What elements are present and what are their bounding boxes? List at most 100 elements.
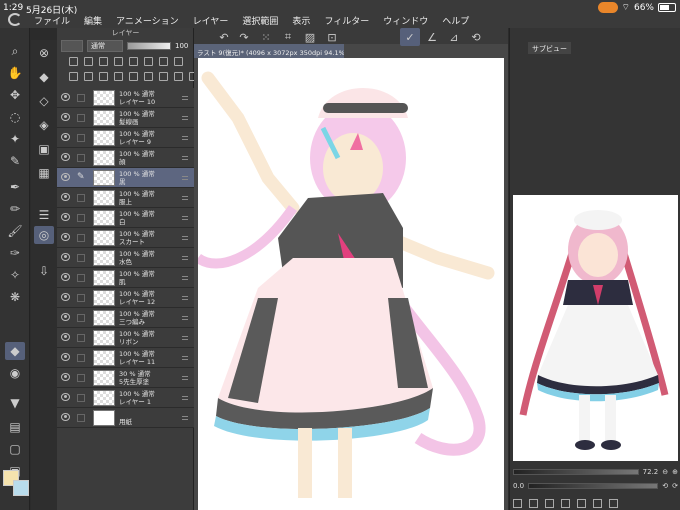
lock-icon[interactable] [114, 57, 123, 66]
mask-icon[interactable] [144, 57, 153, 66]
rotate-left-icon[interactable]: ⟲ [662, 482, 668, 490]
zoom-in-icon[interactable]: ⊕ [672, 468, 678, 476]
visibility-eye-icon[interactable] [61, 213, 70, 221]
layers-icon[interactable]: ☰ [34, 206, 54, 224]
transfer-down-icon[interactable] [114, 72, 123, 81]
layer-lock-toggle[interactable] [77, 134, 85, 142]
airbrush-tool-icon[interactable]: ✑ [5, 244, 25, 262]
layer-mode-toggle[interactable] [61, 39, 83, 52]
ruler-icon[interactable] [159, 57, 168, 66]
export-icon[interactable]: ⇩ [34, 262, 54, 280]
layer-lock-toggle[interactable] [77, 154, 85, 162]
bucket-tool-icon[interactable]: ▼ [5, 394, 25, 412]
delete-icon[interactable] [609, 498, 618, 508]
snap-grid-icon[interactable]: ⊿ [444, 28, 464, 46]
layer-row[interactable]: 100 % 通常 スカート [57, 228, 194, 248]
visibility-eye-icon[interactable] [61, 133, 70, 141]
new-vector-icon[interactable] [84, 72, 93, 81]
layer-row[interactable]: 100 % 通常 服上 [57, 188, 194, 208]
layer-row[interactable]: 30 % 通常 5先生厚塗 [57, 368, 194, 388]
opacity-slider[interactable] [127, 41, 171, 50]
pencil-tool-icon[interactable]: ✏ [5, 200, 25, 218]
layer-row[interactable]: 用紙 [57, 408, 194, 428]
layer-lock-toggle[interactable] [77, 214, 85, 222]
fill-icon[interactable]: ◆ [34, 68, 54, 86]
paste-icon[interactable]: ▦ [34, 164, 54, 182]
drag-handle-icon[interactable] [182, 316, 188, 320]
eyedropper-icon[interactable]: ✎ [5, 152, 25, 170]
merge-icon[interactable] [129, 72, 138, 81]
visibility-eye-icon[interactable] [61, 313, 70, 321]
menu-file[interactable]: ファイル [34, 14, 70, 27]
copy-layer-icon[interactable] [174, 72, 183, 81]
layer-lock-toggle[interactable] [77, 94, 85, 102]
visibility-eye-icon[interactable] [61, 413, 70, 421]
visibility-eye-icon[interactable] [61, 253, 70, 261]
drag-handle-icon[interactable] [182, 156, 188, 160]
layer-lock-toggle[interactable] [77, 234, 85, 242]
layer-row[interactable]: 100 % 通常 レイヤー 9 [57, 128, 194, 148]
menu-window[interactable]: ウィンドウ [383, 14, 428, 27]
drag-handle-icon[interactable] [182, 296, 188, 300]
layer-lock-toggle[interactable] [77, 374, 85, 382]
layer-row[interactable]: 100 % 通常 三つ編み [57, 308, 194, 328]
gradient-tool-icon[interactable]: ▤ [5, 418, 25, 436]
layer-row[interactable]: 100 % 通常 レイヤー 12 [57, 288, 194, 308]
clear-icon[interactable]: ◈ [34, 116, 54, 134]
sub-color-swatch[interactable] [13, 480, 29, 496]
app-logo-icon[interactable] [8, 13, 22, 26]
layer-row[interactable]: 100 % 通常 リボン [57, 328, 194, 348]
visibility-eye-icon[interactable] [61, 373, 70, 381]
subview-image[interactable] [513, 195, 678, 461]
layer-row[interactable]: 100 % 通常 レイヤー 11 [57, 348, 194, 368]
drag-handle-icon[interactable] [182, 276, 188, 280]
visibility-eye-icon[interactable] [61, 333, 70, 341]
visibility-eye-icon[interactable] [61, 93, 70, 101]
layer-lock-toggle[interactable] [77, 294, 85, 302]
fill-tool-icon[interactable]: ◉ [5, 364, 25, 382]
close-icon[interactable]: ⊗ [34, 44, 54, 62]
layers-active-icon[interactable]: ◎ [34, 226, 54, 244]
layer-row[interactable]: 100 % 通常 髪線画 [57, 108, 194, 128]
decoration-tool-icon[interactable]: ✧ [5, 266, 25, 284]
clip-icon[interactable] [69, 57, 78, 66]
drag-handle-icon[interactable] [182, 416, 188, 420]
drag-handle-icon[interactable] [182, 236, 188, 240]
drag-handle-icon[interactable] [182, 136, 188, 140]
copy-icon[interactable]: ▣ [34, 140, 54, 158]
lasso-tool-icon[interactable]: ◌ [5, 108, 25, 126]
figure-tool-icon[interactable]: ▢ [5, 440, 25, 458]
magic-wand-icon[interactable]: ✦ [5, 130, 25, 148]
layer-row[interactable]: ✎ 100 % 通常黒 [57, 168, 194, 188]
visibility-eye-icon[interactable] [61, 353, 70, 361]
visibility-eye-icon[interactable] [61, 273, 70, 281]
move-tool-icon[interactable]: ✥ [5, 86, 25, 104]
pen-tool-icon[interactable]: ✒ [5, 178, 25, 196]
visibility-eye-icon[interactable] [61, 173, 70, 181]
layer-lock-toggle[interactable] [77, 414, 85, 422]
visibility-eye-icon[interactable] [61, 193, 70, 201]
eraser-tool-icon[interactable]: ◆ [5, 342, 25, 360]
drag-handle-icon[interactable] [182, 196, 188, 200]
image-icon[interactable] [577, 498, 586, 508]
brush-tool-icon[interactable]: 🖌 [5, 222, 25, 240]
canvas-page[interactable] [198, 58, 504, 510]
menu-selection[interactable]: 選択範囲 [242, 14, 278, 27]
menu-filter[interactable]: フィルター [324, 14, 369, 27]
color-icon[interactable] [174, 57, 183, 66]
visibility-eye-icon[interactable] [61, 113, 70, 121]
menu-help[interactable]: ヘルプ [442, 14, 469, 27]
apply-mask-icon[interactable] [159, 72, 168, 81]
rotate-right-icon[interactable]: ⟳ [672, 482, 678, 490]
subview-tab[interactable]: サブビュー [528, 42, 571, 54]
new-folder-icon[interactable] [99, 72, 108, 81]
layer-lock-toggle[interactable] [77, 274, 85, 282]
new-raster-icon[interactable] [69, 72, 78, 81]
eyedropper-icon[interactable] [513, 498, 522, 508]
layer-lock-toggle[interactable] [77, 194, 85, 202]
camera-icon[interactable] [593, 498, 602, 508]
hand-tool-icon[interactable]: ✋ [5, 64, 25, 82]
zoom-out-icon[interactable]: ⊖ [662, 468, 668, 476]
layer-lock-toggle[interactable] [77, 334, 85, 342]
drag-handle-icon[interactable] [182, 256, 188, 260]
